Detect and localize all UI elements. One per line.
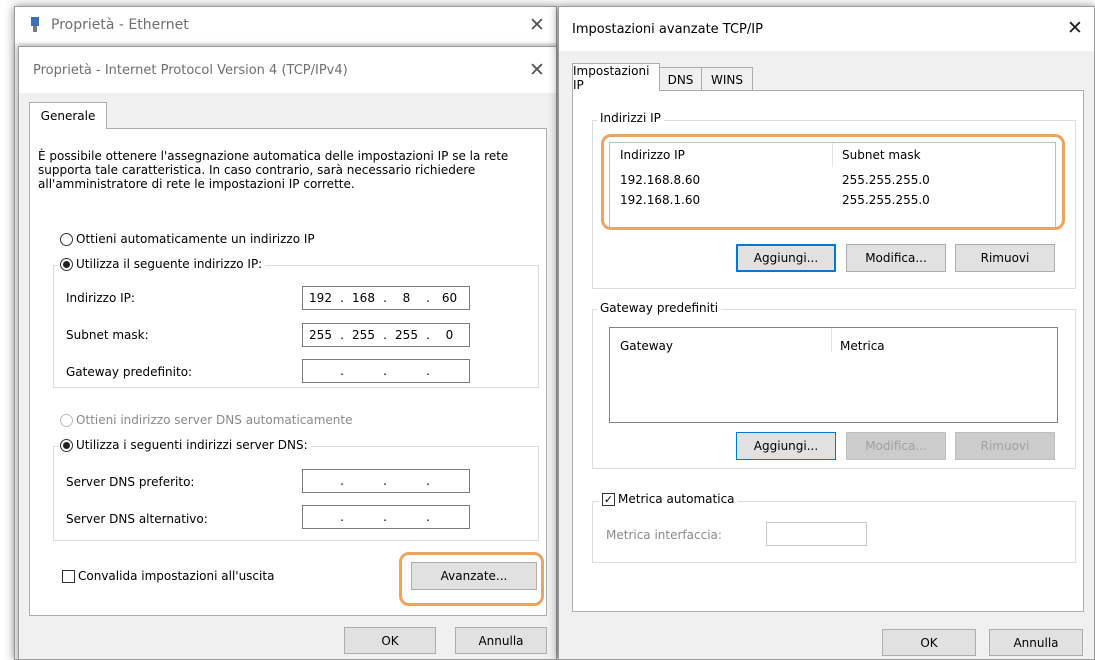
gateway-label: Gateway predefinito: [66,365,193,379]
subnet-octet-1: 255 [309,328,332,342]
tab-impostazioni-ip-label: Impostazioni IP [573,63,650,92]
gateways-group-label: Gateway predefiniti [597,301,722,315]
ipv4-properties-dialog: Proprietà - Internet Protocol Version 4 … [18,46,557,660]
ethernet-window-title: Proprietà - Ethernet [51,17,189,33]
validate-on-exit-checkbox[interactable] [62,570,75,583]
table-row[interactable]: 192.168.8.60 255.255.255.0 [610,170,1055,190]
tab-wins-label: WINS [711,72,743,87]
radio-manual-ip-row[interactable]: Utilizza il seguente indirizzo IP: [58,257,266,271]
ipv4-description-text: È possibile ottenere l'assegnazione auto… [38,149,509,191]
advanced-close-icon[interactable]: ✕ [1066,19,1084,38]
auto-metric-checkbox[interactable]: ✓ [602,492,615,506]
advanced-dialog-title: Impostazioni avanzate TCP/IP [572,21,763,37]
ethernet-close-icon[interactable]: ✕ [528,16,546,35]
ip-settings-panel: Indirizzi IP Indirizzo IP Subnet mask 19… [572,90,1084,612]
gateway-remove-button[interactable]: Rimuovi [955,432,1055,460]
ipv4-close-icon[interactable]: ✕ [528,61,546,80]
row-mask: 255.255.255.0 [842,173,930,187]
ip-octet-2: 168 [352,291,375,305]
auto-metric-row[interactable]: ✓ Metrica automatica [599,492,738,506]
ipv4-cancel-button[interactable]: Annulla [455,627,547,654]
mask-column-header: Subnet mask [842,148,921,162]
ip-octet-3: 8 [402,291,411,305]
subnet-mask-field[interactable]: 255. 255. 255. 0 [302,323,470,347]
tab-wins[interactable]: WINS [701,67,753,91]
gateway-column-divider [831,328,832,352]
dns-preferred-label: Server DNS preferito: [66,475,195,489]
advanced-cancel-button[interactable]: Annulla [989,629,1083,656]
ip-column-header: Indirizzo IP [620,148,685,162]
table-row[interactable]: 192.168.1.60 255.255.255.0 [610,190,1055,210]
ip-add-button[interactable]: Aggiungi... [736,244,836,272]
ip-column-divider [832,143,833,167]
radio-manual-dns[interactable] [60,438,73,452]
ethernet-title-bar[interactable]: Proprietà - Ethernet ✕ [15,7,556,43]
radio-auto-ip-label: Ottieni automaticamente un indirizzo IP [76,232,315,246]
interface-metric-input[interactable] [766,522,867,546]
general-tab-panel: È possibile ottenere l'assegnazione auto… [29,128,547,616]
ip-edit-button[interactable]: Modifica... [846,244,946,272]
ip-remove-button[interactable]: Rimuovi [955,244,1055,272]
ipv4-dialog-title: Proprietà - Internet Protocol Version 4 … [33,62,348,78]
subnet-mask-label: Subnet mask: [66,328,149,342]
radio-manual-dns-label: Utilizza i seguenti indirizzi server DNS… [76,438,308,452]
advanced-tcpip-dialog: Impostazioni avanzate TCP/IP ✕ Impostazi… [558,6,1095,660]
ip-address-label: Indirizzo IP: [66,291,135,305]
radio-auto-dns-label: Ottieni indirizzo server DNS automaticam… [76,413,353,427]
ip-octet-1: 192 [309,291,332,305]
subnet-octet-2: 255 [352,328,375,342]
radio-auto-dns[interactable] [60,414,73,427]
row-ip: 192.168.1.60 [620,193,701,207]
subnet-octet-3: 255 [395,328,418,342]
dns-alternate-label: Server DNS alternativo: [66,512,208,526]
subnet-octet-4: 0 [445,328,454,342]
network-adapter-icon [29,17,41,33]
interface-metric-label: Metrica interfaccia: [606,528,722,542]
row-mask: 255.255.255.0 [842,193,930,207]
ip-address-field[interactable]: 192. 168. 8. 60 [302,286,470,310]
tab-generale-label: Generale [40,109,96,123]
ip-octet-4: 60 [441,291,458,305]
dns-alternate-field[interactable]: . . . [302,505,470,529]
advanced-title-bar[interactable]: Impostazioni avanzate TCP/IP ✕ [559,7,1094,51]
radio-auto-dns-row[interactable]: Ottieni indirizzo server DNS automaticam… [60,413,353,427]
ip-addresses-list[interactable]: Indirizzo IP Subnet mask 192.168.8.60 25… [609,142,1056,229]
dns-preferred-field[interactable]: . . . [302,469,470,493]
ipv4-title-bar[interactable]: Proprietà - Internet Protocol Version 4 … [19,47,556,93]
advanced-button[interactable]: Avanzate... [411,562,537,590]
radio-auto-ip[interactable] [60,233,73,246]
gateway-column-header: Gateway [620,339,674,353]
gateway-add-button[interactable]: Aggiungi... [736,432,836,460]
ipv4-ok-button[interactable]: OK [344,627,436,654]
radio-manual-dns-row[interactable]: Utilizza i seguenti indirizzi server DNS… [58,438,311,452]
radio-auto-ip-row[interactable]: Ottieni automaticamente un indirizzo IP [60,232,315,246]
validate-on-exit-label: Convalida impostazioni all'uscita [78,569,275,583]
gateways-list[interactable]: Gateway Metrica [609,327,1058,423]
gateway-edit-button[interactable]: Modifica... [846,432,946,460]
radio-manual-ip[interactable] [60,257,73,271]
tab-dns-label: DNS [667,72,694,87]
gateway-field[interactable]: . . . [302,359,470,383]
tab-impostazioni-ip[interactable]: Impostazioni IP [572,63,660,92]
metric-column-header: Metrica [840,339,885,353]
tab-generale[interactable]: Generale [29,102,107,129]
auto-metric-label: Metrica automatica [618,492,735,506]
row-ip: 192.168.8.60 [620,173,701,187]
validate-on-exit-row[interactable]: Convalida impostazioni all'uscita [62,569,274,583]
ip-addresses-group-label: Indirizzi IP [597,111,664,125]
advanced-ok-button[interactable]: OK [882,629,976,656]
tab-dns[interactable]: DNS [659,67,702,91]
radio-manual-ip-label: Utilizza il seguente indirizzo IP: [76,257,263,271]
